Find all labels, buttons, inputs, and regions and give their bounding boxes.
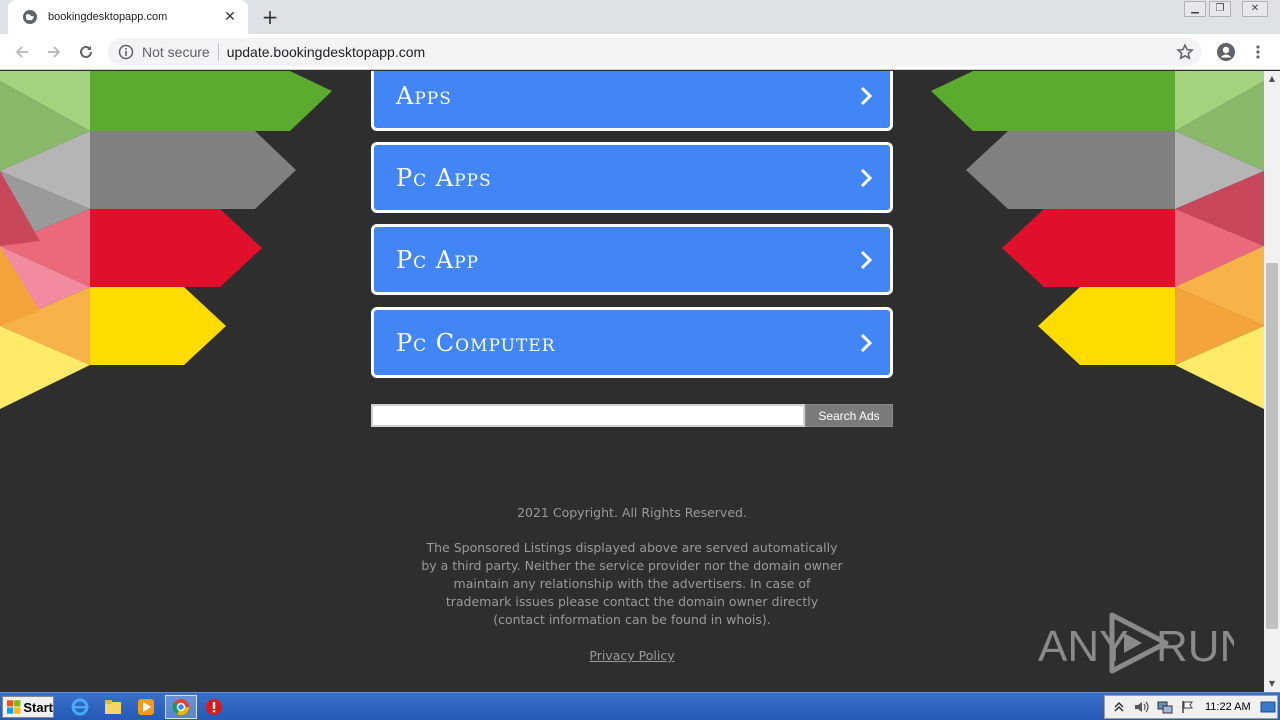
forward-arrow-icon[interactable] [42,40,66,64]
show-desktop-icon[interactable] [1259,698,1277,716]
taskbar-clock[interactable]: 11:22 AM [1205,701,1251,713]
watermark-text-right: RUN [1156,622,1234,671]
address-bar[interactable]: Not secure update.bookingdesktopapp.com [108,38,1202,66]
divider [217,43,219,61]
info-icon[interactable] [118,44,134,60]
volume-speaker-icon[interactable] [1133,698,1151,716]
file-explorer-icon[interactable] [103,697,123,717]
security-status: Not secure [142,44,210,60]
vertical-scrollbar[interactable]: ▲ ▼ [1264,71,1280,692]
new-tab-plus-icon[interactable]: + [258,5,282,29]
menu-button-label: Apps [396,81,452,110]
scroll-up-arrow-icon[interactable]: ▲ [1264,71,1280,87]
media-player-icon[interactable] [136,697,156,717]
windows-taskbar: Start 11:22 AM [0,692,1280,720]
search-ads-button[interactable]: Search Ads [805,404,893,427]
network-icon[interactable] [1156,698,1174,716]
disclaimer-line: by a third party. Neither the service pr… [421,558,843,573]
search-ads-form: Search Ads [371,404,893,427]
browser-tab[interactable]: bookingdesktopapp.com ✕ [8,0,248,34]
windows-logo-icon [6,700,21,714]
menu-kebab-icon[interactable] [1246,40,1270,64]
menu-button-pc-computer[interactable]: Pc Computer [371,307,893,378]
chevron-right-icon [860,168,873,187]
globe-icon [23,10,37,24]
chrome-icon[interactable] [171,697,191,717]
show-hidden-icons-arrow-icon[interactable] [1110,698,1128,716]
alert-stop-icon[interactable] [204,697,224,717]
anyrun-watermark-logo: ANY RUN [1038,612,1234,674]
scrollbar-thumb[interactable] [1266,263,1278,629]
internet-explorer-icon[interactable] [70,697,90,717]
tab-strip: bookingdesktopapp.com ✕ + ▁ ❐ ✕ [0,0,1280,34]
url-text[interactable]: update.bookingdesktopapp.com [227,44,1176,60]
menu-button-pc-app[interactable]: Pc App [371,224,893,295]
menu-button-label: Pc Computer [396,328,556,357]
tab-close-icon[interactable]: ✕ [220,9,240,25]
search-input[interactable] [371,404,805,427]
privacy-policy-link[interactable]: Privacy Policy [589,646,674,666]
chevron-right-icon [860,333,873,352]
tab-title: bookingdesktopapp.com [48,11,168,23]
chevron-right-icon [860,250,873,269]
disclaimer-line: maintain any relationship with the adver… [453,576,811,591]
menu-button-apps[interactable]: Apps [371,71,893,131]
page-viewport: Apps Pc Apps Pc App Pc Computer Search A… [0,71,1264,692]
system-tray: 11:22 AM [1104,695,1278,719]
decorative-arrows-right [931,71,1264,409]
copyright-text: 2021 Copyright. All Rights Reserved. [517,505,747,520]
back-arrow-icon[interactable] [10,40,34,64]
disclaimer-text: The Sponsored Listings displayed above a… [400,539,864,629]
restore-window-button[interactable]: ❐ [1209,1,1231,17]
scroll-down-arrow-icon[interactable]: ▼ [1264,676,1280,692]
page-footer: 2021 Copyright. All Rights Reserved. The… [400,503,864,666]
watermark-text-left: ANY [1038,622,1128,671]
decorative-arrows-left [0,71,332,409]
menu-button-pc-apps[interactable]: Pc Apps [371,142,893,213]
close-window-button[interactable]: ✕ [1242,1,1268,17]
browser-toolbar: Not secure update.bookingdesktopapp.com [0,34,1280,70]
disclaimer-line: (contact information can be found in who… [493,612,771,627]
disclaimer-line: The Sponsored Listings displayed above a… [426,540,838,555]
bookmark-star-icon[interactable] [1176,43,1194,61]
start-button[interactable]: Start [2,696,54,718]
reload-icon[interactable] [74,40,98,64]
profile-avatar-icon[interactable] [1214,40,1238,64]
disclaimer-line: trademark issues please contact the doma… [445,594,819,609]
menu-button-label: Pc Apps [396,163,492,192]
menu-button-label: Pc App [396,245,479,274]
minimize-window-button[interactable]: ▁ [1184,1,1206,17]
action-center-flag-icon[interactable] [1179,698,1197,716]
start-label: Start [23,699,53,715]
chevron-right-icon [860,86,873,105]
